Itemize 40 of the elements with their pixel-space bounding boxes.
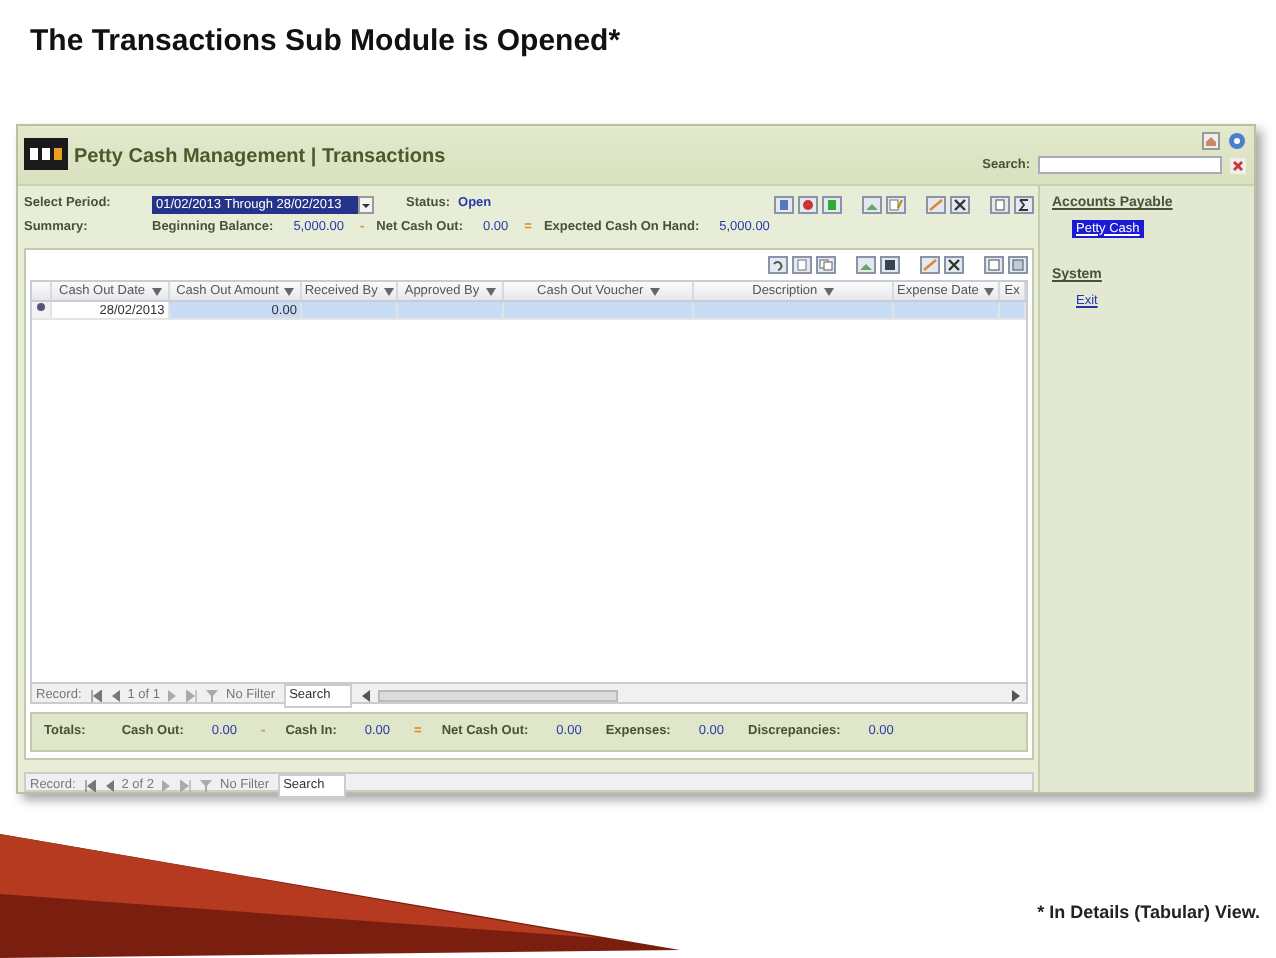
sigma-icon[interactable] [1014, 195, 1034, 213]
dropdown-arrow-icon[interactable] [151, 287, 162, 295]
last-record-icon[interactable] [180, 779, 193, 792]
dropdown-arrow-icon[interactable] [823, 287, 834, 295]
delete-icon[interactable] [944, 256, 964, 274]
previous-record-icon[interactable] [103, 779, 114, 792]
record-selector-icon[interactable] [36, 302, 46, 312]
filter-icon [206, 689, 219, 702]
help-icon[interactable] [1228, 132, 1246, 150]
logo-icon [24, 138, 68, 170]
window-icon[interactable] [984, 256, 1004, 274]
clear-search-icon[interactable] [1230, 157, 1246, 174]
home-icon[interactable] [1202, 132, 1220, 150]
first-record-icon[interactable] [89, 689, 102, 702]
dropdown-arrow-icon[interactable] [284, 287, 295, 295]
filter-icon [200, 779, 213, 792]
window-title: Petty Cash Management | Transactions [74, 144, 446, 172]
next-record-icon[interactable] [162, 779, 173, 792]
last-record-icon[interactable] [186, 689, 199, 702]
dropdown-icon[interactable] [358, 195, 374, 213]
dropdown-arrow-icon[interactable] [383, 287, 394, 295]
next-record-icon[interactable] [168, 689, 179, 702]
scroll-right-icon[interactable] [1012, 689, 1022, 702]
delete-icon[interactable] [950, 195, 970, 213]
document-edit-icon[interactable] [886, 195, 906, 213]
first-record-icon[interactable] [83, 779, 96, 792]
save-icon[interactable] [880, 256, 900, 274]
search-field[interactable] [1038, 156, 1222, 175]
undo-icon[interactable] [768, 256, 788, 274]
copy-icon[interactable] [816, 256, 836, 274]
square-icon[interactable] [822, 195, 842, 213]
dropdown-arrow-icon[interactable] [649, 287, 660, 295]
dropdown-arrow-icon[interactable] [485, 287, 496, 295]
previous-record-icon[interactable] [109, 689, 120, 702]
scroll-left-icon[interactable] [359, 689, 370, 702]
dropdown-arrow-icon[interactable] [984, 287, 995, 295]
footnote: * In Details (Tabular) View. [1037, 899, 1262, 926]
slide-title: The Transactions Sub Module is Opened* [28, 22, 623, 62]
picture-icon[interactable] [862, 195, 882, 213]
scrollbar-thumb[interactable] [377, 689, 618, 702]
